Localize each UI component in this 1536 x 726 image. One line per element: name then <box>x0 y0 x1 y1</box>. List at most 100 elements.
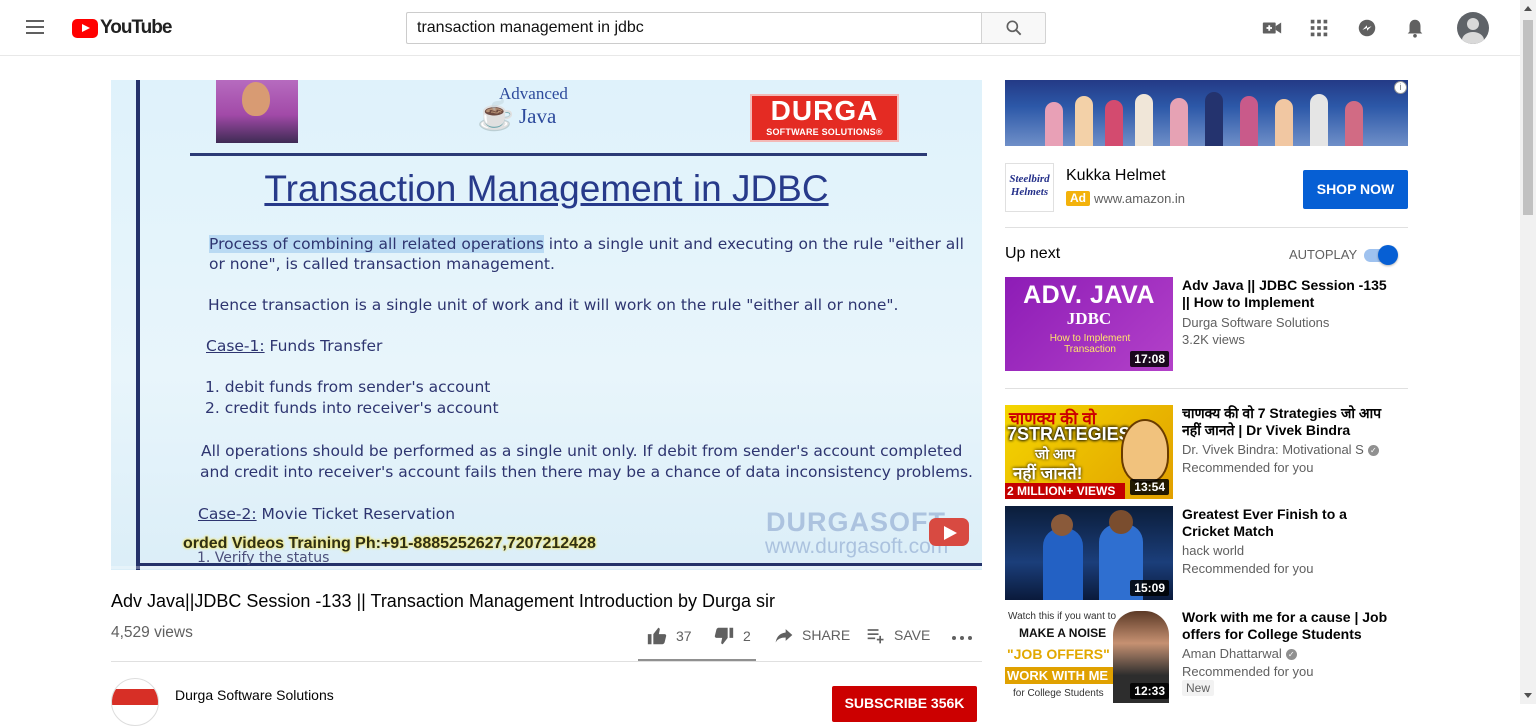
slide-line: Case-2: Movie Ticket Reservation <box>198 505 455 523</box>
search-icon <box>1006 20 1022 36</box>
shop-now-button[interactable]: SHOP NOW <box>1303 170 1408 209</box>
thumbnail-text: 2 MILLION+ VIEWS <box>1005 483 1125 499</box>
slide-line: 1. debit funds from sender's account <box>205 378 491 396</box>
like-button[interactable]: 37 <box>646 625 692 647</box>
video-player[interactable]: ☕ Advanced Java DURGA SOFTWARE SOLUTIONS… <box>111 80 982 570</box>
video-title[interactable]: चाणक्य की वो 7 Strategies जो आप नहीं जान… <box>1182 405 1397 438</box>
add-to-playlist-icon <box>867 629 884 644</box>
recommended-video[interactable]: 15:09 Greatest Ever Finish to a Cricket … <box>1005 506 1408 600</box>
masthead: YouTube transaction management in jdbc <box>0 0 1520 56</box>
ad-banner-image[interactable] <box>1005 80 1408 146</box>
share-label: SHARE <box>802 627 851 643</box>
slide-line: and credit into receiver's account fails… <box>200 463 973 481</box>
save-label: SAVE <box>894 627 931 643</box>
slide-text-span: into a single unit and executing on the … <box>543 235 964 253</box>
advanced-java-logo: ☕ Advanced Java <box>473 84 613 140</box>
thumbnail-illustration <box>1121 419 1169 483</box>
youtube-play-icon <box>72 18 98 38</box>
share-button[interactable]: SHARE <box>774 625 850 645</box>
youtube-wordmark: YouTube <box>100 17 172 38</box>
watermark-text: DURGASOFT <box>766 507 946 537</box>
channel-name-text: Dr. Vivek Bindra: Motivational S <box>1182 442 1364 457</box>
video-thumbnail[interactable]: चाणक्य की वो 7STRATEGIES जो आप नहीं जानत… <box>1005 405 1173 499</box>
account-avatar[interactable] <box>1457 12 1489 44</box>
video-thumbnail[interactable]: Watch this if you want to MAKE A NOISE "… <box>1005 609 1173 703</box>
create-video-icon[interactable] <box>1261 16 1283 40</box>
thumbnail-illustration <box>1043 528 1083 600</box>
youtube-logo[interactable]: YouTube <box>72 17 172 39</box>
thumbnail-text: ADV. JAVA <box>1023 281 1155 309</box>
divider <box>111 661 982 662</box>
video-title[interactable]: Adv Java || JDBC Session -135 || How to … <box>1182 277 1397 311</box>
autoplay-toggle[interactable] <box>1362 245 1398 265</box>
ad-title[interactable]: Kukka Helmet <box>1066 167 1166 185</box>
search-input[interactable]: transaction management in jdbc <box>406 12 982 44</box>
slide-line: Case-1: Funds Transfer <box>206 337 382 355</box>
youtube-watermark-icon[interactable] <box>929 518 969 546</box>
scroll-down-arrow-icon[interactable] <box>1524 693 1532 698</box>
video-duration: 17:08 <box>1130 351 1169 367</box>
ad-advertiser-logo[interactable]: Steelbird Helmets <box>1005 163 1054 212</box>
up-next-heading: Up next <box>1005 245 1061 262</box>
thumbnail-text: How to Implement Transaction <box>1049 333 1131 355</box>
divider <box>1005 388 1408 389</box>
thumbnail-text: 7STRATEGIES <box>1007 424 1131 444</box>
video-channel: hack world <box>1182 543 1245 558</box>
video-thumbnail[interactable]: 15:09 <box>1005 506 1173 600</box>
video-channel: Aman Dhattarwal ✓ <box>1182 646 1382 661</box>
scrollbar-thumb[interactable] <box>1523 20 1533 215</box>
new-badge: New <box>1182 680 1215 696</box>
video-channel: Durga Software Solutions <box>1182 315 1330 330</box>
channel-avatar[interactable] <box>111 678 159 726</box>
video-title[interactable]: Work with me for a cause | Job offers fo… <box>1182 609 1397 642</box>
durga-logo: DURGA SOFTWARE SOLUTIONS® <box>750 94 899 142</box>
video-duration: 15:09 <box>1130 580 1169 596</box>
video-duration: 13:54 <box>1130 479 1169 495</box>
page-scrollbar[interactable] <box>1520 0 1536 704</box>
thumbnail-illustration <box>1051 514 1073 536</box>
video-title: Adv Java||JDBC Session -133 || Transacti… <box>111 591 776 611</box>
more-actions-button[interactable] <box>951 629 981 645</box>
video-meta: Recommended for you <box>1182 561 1314 576</box>
search-button[interactable] <box>981 12 1046 44</box>
video-thumbnail[interactable]: ADV. JAVA JDBC How to Implement Transact… <box>1005 277 1173 371</box>
more-horizontal-icon <box>952 636 972 640</box>
notifications-icon[interactable] <box>1404 16 1426 40</box>
thumbnail-text: Watch this if you want to <box>1008 611 1117 622</box>
scroll-up-arrow-icon[interactable] <box>1524 6 1532 11</box>
recommended-video[interactable]: चाणक्य की वो 7STRATEGIES जो आप नहीं जानत… <box>1005 405 1408 499</box>
subscribe-button[interactable]: SUBSCRIBE 356K <box>832 686 977 722</box>
ad-info-icon[interactable]: i <box>1394 81 1407 94</box>
menu-icon[interactable] <box>24 17 46 39</box>
video-title[interactable]: Greatest Ever Finish to a Cricket Match <box>1182 506 1397 539</box>
slide-title: Transaction Management in JDBC <box>264 168 829 209</box>
slide-line: or none", is called transaction manageme… <box>209 255 555 273</box>
thumbnail-text: MAKE A NOISE <box>1019 626 1107 640</box>
logo-java-text: Java <box>519 104 557 128</box>
autoplay-label: AUTOPLAY <box>1289 247 1358 262</box>
video-channel: Dr. Vivek Bindra: Motivational S ✓ <box>1182 442 1382 457</box>
presenter-photo <box>216 80 298 143</box>
dislike-count: 2 <box>743 628 751 644</box>
video-progress-bar[interactable] <box>111 566 982 569</box>
recommended-video[interactable]: ADV. JAVA JDBC How to Implement Transact… <box>1005 277 1408 371</box>
like-count: 37 <box>676 628 692 644</box>
messages-icon[interactable] <box>1356 16 1378 40</box>
apps-icon[interactable] <box>1308 16 1330 40</box>
thumbnail-illustration <box>1109 510 1133 534</box>
channel-name[interactable]: Durga Software Solutions <box>175 687 334 703</box>
view-count: 4,529 views <box>111 624 193 641</box>
video-meta: Recommended for you <box>1182 460 1314 475</box>
slide-line: Hence transaction is a single unit of wo… <box>208 296 899 314</box>
save-button[interactable]: SAVE <box>866 625 930 645</box>
ad-badge: Ad <box>1066 191 1090 206</box>
thumbs-up-icon <box>647 627 667 645</box>
durga-logo-subtext: SOFTWARE SOLUTIONS® <box>766 127 883 137</box>
thumbnail-text: for College Students <box>1013 688 1104 699</box>
video-meta: Recommended for you <box>1182 664 1314 679</box>
case-text: Funds Transfer <box>264 337 383 355</box>
dislike-button[interactable]: 2 <box>713 625 751 647</box>
thumbnail-text: WORK WITH ME <box>1005 667 1113 684</box>
ad-domain: www.amazon.in <box>1094 191 1186 206</box>
slide-line: All operations should be performed as a … <box>201 442 963 460</box>
